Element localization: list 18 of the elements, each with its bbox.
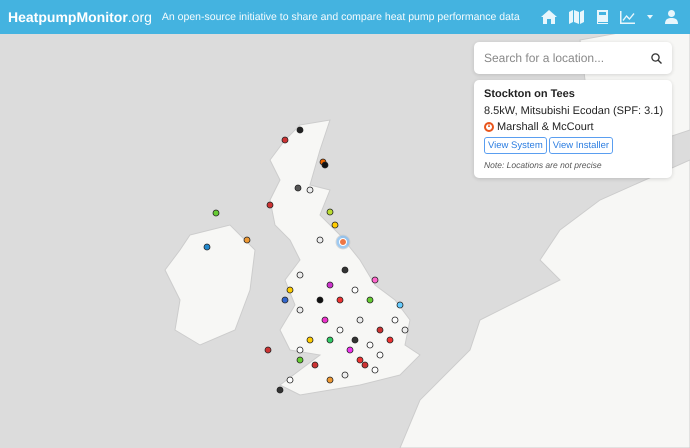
system-details: 8.5kW, Mitsubishi Ecodan (SPF: 3.1) — [484, 105, 662, 117]
chart-icon[interactable] — [620, 10, 635, 24]
installer-name: Marshall & McCourt — [497, 121, 594, 133]
view-installer-button[interactable]: View Installer — [548, 137, 614, 154]
view-system-button[interactable]: View System — [484, 137, 547, 154]
search-field[interactable]: Search for a location... — [474, 42, 672, 74]
site-tagline: An open-source initiative to share and compare heat pump performance data — [162, 11, 521, 23]
caret-icon[interactable] — [647, 15, 653, 19]
site-logo[interactable]: HeatpumpMonitor.org — [8, 9, 152, 25]
location-note: Note: Locations are not precise — [484, 160, 603, 170]
book-icon[interactable] — [596, 10, 608, 24]
installer-logo-icon — [484, 122, 494, 132]
search-icon[interactable] — [651, 52, 662, 64]
location-title: Stockton on Tees — [484, 88, 576, 100]
map-icon[interactable] — [569, 10, 584, 24]
search-input[interactable]: Search for a location... — [484, 51, 634, 65]
user-icon[interactable] — [665, 10, 678, 24]
home-icon[interactable] — [541, 10, 557, 24]
